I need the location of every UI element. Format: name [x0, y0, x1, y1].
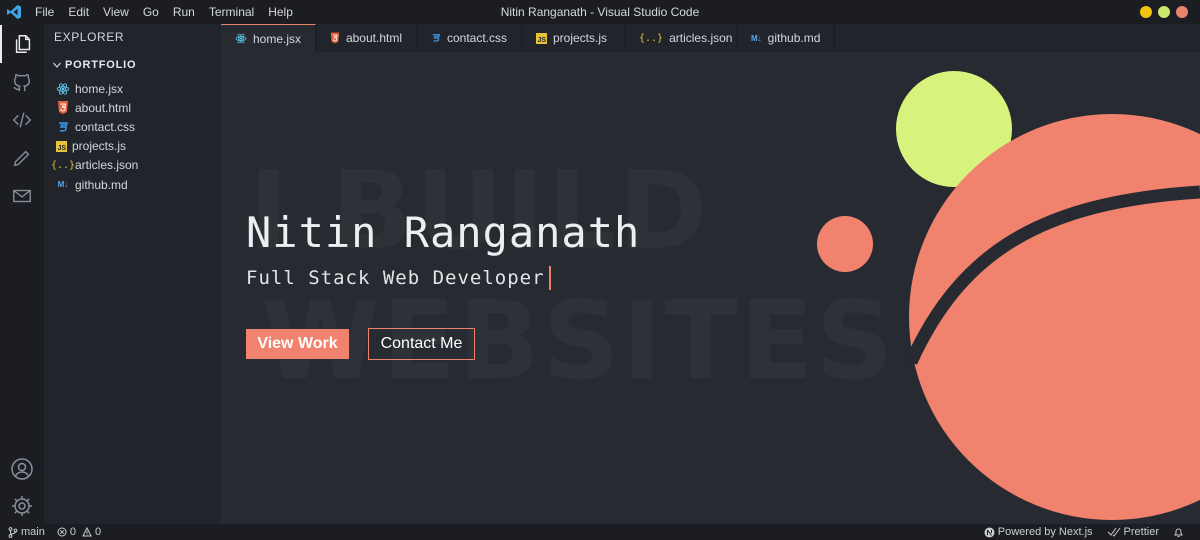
menu-run[interactable]: Run — [166, 0, 202, 24]
git-branch-icon — [8, 526, 18, 538]
react-icon — [56, 82, 70, 96]
contact-me-button[interactable]: Contact Me — [368, 328, 475, 360]
menu-file[interactable]: File — [28, 0, 61, 24]
nextjs-icon — [984, 527, 995, 537]
account-icon[interactable] — [0, 450, 44, 488]
warning-count: 0 — [94, 526, 102, 538]
minimize-button[interactable] — [1140, 6, 1152, 18]
tab-articles-json[interactable]: {..} articles.json — [625, 24, 737, 52]
file-label: projects.js — [72, 139, 127, 154]
tab-about-html[interactable]: about.html — [316, 24, 417, 52]
menu-bar: File Edit View Go Run Terminal Help — [28, 0, 300, 24]
file-about-html[interactable]: about.html — [56, 98, 138, 117]
file-list: home.jsx about.html contact.css JS proje… — [50, 79, 139, 194]
tab-contact-css[interactable]: contact.css — [417, 24, 522, 52]
hero-role-text: Full Stack Web Developer — [246, 267, 545, 289]
menu-view[interactable]: View — [96, 0, 136, 24]
markdown-icon: M↓ — [57, 180, 69, 190]
vscode-logo-icon — [0, 0, 28, 24]
file-label: articles.json — [75, 158, 139, 173]
title-bar: File Edit View Go Run Terminal Help Niti… — [0, 0, 1200, 24]
pencil-icon[interactable] — [0, 139, 44, 177]
file-articles-json[interactable]: {..} articles.json — [50, 156, 139, 175]
js-icon: JS — [56, 140, 67, 152]
powered-by-status[interactable]: Powered by Next.js — [984, 526, 1093, 538]
text-caret — [548, 266, 551, 290]
css-icon — [432, 34, 441, 42]
menu-edit[interactable]: Edit — [61, 0, 96, 24]
notifications-status[interactable] — [1173, 527, 1184, 538]
settings-icon[interactable] — [0, 487, 44, 525]
js-icon: JS — [536, 32, 547, 44]
tab-label: articles.json — [669, 31, 733, 45]
error-icon — [57, 527, 67, 537]
mail-icon[interactable] — [0, 177, 44, 215]
tab-home-jsx[interactable]: home.jsx — [221, 24, 316, 52]
tab-label: github.md — [767, 31, 821, 45]
folder-label: PORTFOLIO — [65, 59, 137, 71]
file-label: home.jsx — [75, 81, 124, 96]
menu-help[interactable]: Help — [261, 0, 300, 24]
react-icon — [235, 33, 247, 44]
prettier-status[interactable]: Prettier — [1107, 526, 1159, 538]
json-icon: {..} — [50, 159, 76, 171]
file-label: about.html — [75, 100, 132, 115]
branch-status[interactable]: main — [8, 526, 45, 538]
explorer-sidebar: EXPLORER PORTFOLIO home.jsx about.html c… — [44, 24, 221, 524]
check-double-icon — [1107, 527, 1120, 537]
file-label: contact.css — [75, 119, 136, 134]
html-icon — [56, 101, 70, 115]
tab-label: projects.js — [553, 31, 608, 45]
error-count: 0 — [69, 526, 76, 538]
file-label: github.md — [75, 177, 128, 192]
code-icon[interactable] — [0, 101, 44, 139]
markdown-icon: M↓ — [751, 33, 762, 43]
maximize-button[interactable] — [1158, 6, 1170, 18]
tab-label: contact.css — [446, 31, 507, 45]
tab-projects-js[interactable]: JS projects.js — [522, 24, 625, 52]
editor-area: I BUILD WEBSITES Nitin Ranganath Full St… — [221, 52, 1200, 524]
window-controls — [1140, 6, 1188, 18]
close-button[interactable] — [1176, 6, 1188, 18]
warning-icon — [82, 527, 92, 537]
explorer-title: EXPLORER — [54, 30, 125, 44]
folder-portfolio[interactable]: PORTFOLIO — [52, 59, 136, 71]
powered-by-label: Powered by Next.js — [997, 526, 1093, 538]
activity-bar — [0, 24, 44, 524]
problems-status[interactable]: 0 0 — [57, 526, 101, 538]
files-icon[interactable] — [0, 25, 44, 63]
editor-tabs: home.jsx about.html contact.css JS proje… — [221, 24, 1200, 52]
view-work-button[interactable]: View Work — [246, 329, 349, 359]
branch-label: main — [21, 526, 45, 538]
menu-terminal[interactable]: Terminal — [202, 0, 261, 24]
file-github-md[interactable]: M↓ github.md — [56, 175, 138, 194]
prettier-label: Prettier — [1123, 526, 1159, 538]
github-icon[interactable] — [0, 63, 44, 101]
tab-label: about.html — [345, 31, 402, 45]
menu-go[interactable]: Go — [136, 0, 166, 24]
json-icon: {..} — [639, 32, 664, 44]
tab-label: home.jsx — [252, 31, 301, 46]
tab-github-md[interactable]: M↓ github.md — [737, 24, 835, 52]
hero-name: Nitin Ranganath — [246, 208, 641, 257]
file-home-jsx[interactable]: home.jsx — [56, 79, 138, 98]
small-coral-circle — [817, 216, 873, 272]
css-icon — [56, 120, 70, 134]
html-icon — [330, 32, 340, 44]
status-bar: main 0 0 Powered by Next.js Prettier — [0, 524, 1200, 540]
file-projects-js[interactable]: JS projects.js — [56, 137, 138, 156]
hero-role: Full Stack Web Developer — [246, 266, 551, 290]
chevron-down-icon — [53, 62, 61, 68]
file-contact-css[interactable]: contact.css — [56, 117, 138, 136]
bell-icon — [1174, 528, 1183, 537]
